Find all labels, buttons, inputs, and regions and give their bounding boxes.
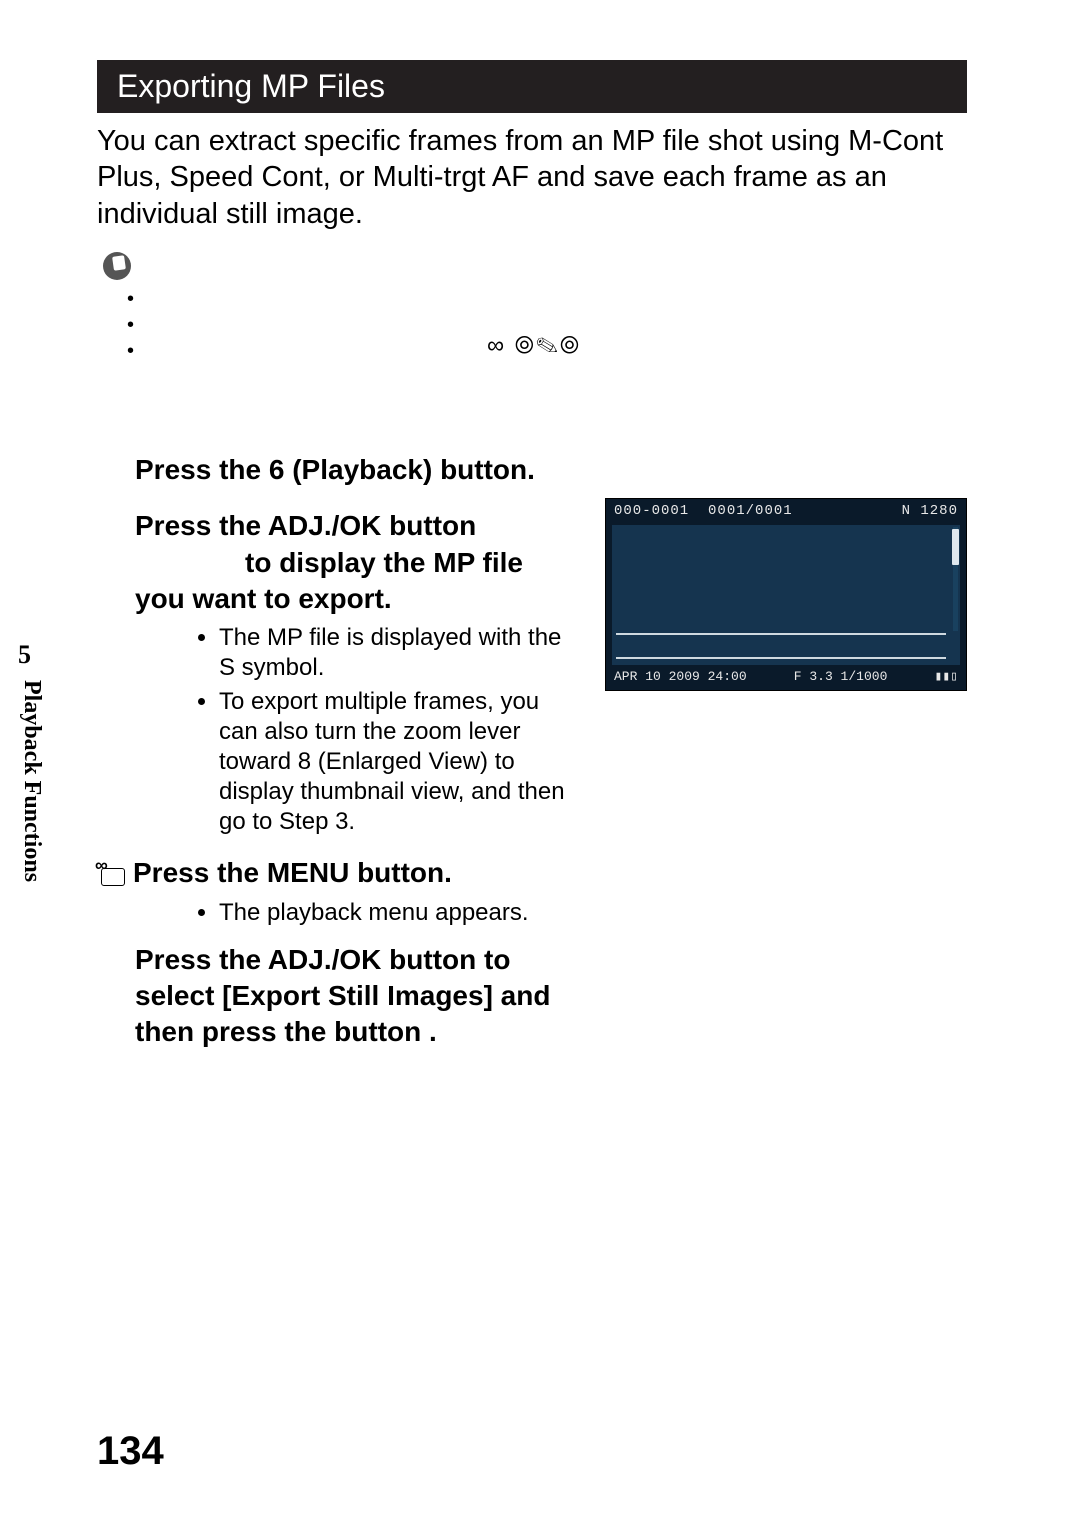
step-4-title: Press the ADJ./OK button to select [Expo…	[135, 942, 967, 1051]
section-heading: Exporting MP Files	[97, 60, 967, 113]
text: Press the	[135, 454, 269, 485]
lcd-frame: 0001/0001	[708, 503, 793, 519]
step-1-title: Press the 6 (Playback) button.	[135, 452, 967, 488]
lcd-folder: 000-0001	[614, 503, 689, 519]
camera-lcd-preview: 000-0001 0001/0001 N 1280 APR 10 2009 24…	[605, 498, 967, 691]
mp-file-icon	[97, 862, 127, 886]
lcd-timeline-strip	[616, 633, 946, 659]
chapter-number: 5	[18, 640, 31, 670]
list-item: The playback menu appears.	[219, 898, 581, 928]
lcd-exposure: F 3.3 1/1000	[794, 669, 888, 684]
lcd-folder-frame: 000-0001 0001/0001	[614, 503, 793, 519]
text: to display the MP file	[135, 547, 523, 578]
battery-icon: ▮▮▯	[935, 669, 958, 684]
lcd-top-row: 000-0001 0001/0001 N 1280	[606, 499, 966, 523]
text: then press the button .	[135, 1016, 437, 1047]
steps-block: Press the 6 (Playback) button. Press the…	[97, 452, 967, 1051]
text: you want to export.	[135, 583, 392, 614]
step-2-title: Press the ADJ./OK button to display the …	[135, 508, 581, 617]
text: (Playback) button.	[284, 454, 534, 485]
note-icon	[103, 252, 131, 280]
chapter-title: Playback Functions	[18, 680, 45, 882]
lcd-bottom-row: APR 10 2009 24:00 F 3.3 1/1000 ▮▮▯	[606, 665, 966, 690]
step-3-bullets: The playback menu appears.	[161, 898, 581, 928]
text: select [Export Still Images] and	[135, 980, 550, 1011]
text: Press the ADJ./OK button to	[135, 944, 510, 975]
note-block: ∞ ⦾✎⦾	[97, 252, 967, 392]
text: Press the MENU button.	[133, 857, 452, 888]
lcd-scroll-thumb	[952, 529, 959, 565]
step-2-row: Press the ADJ./OK button to display the …	[97, 494, 967, 841]
page-content: Exporting MP Files You can extract speci…	[97, 60, 967, 1057]
note-bullet	[127, 286, 967, 312]
intro-paragraph: You can extract specific frames from an …	[97, 123, 967, 232]
step-3-title: Press the MENU button.	[97, 855, 967, 891]
lcd-mode: N 1280	[902, 503, 958, 519]
lcd-image-area	[612, 525, 960, 665]
lcd-date: APR 10 2009 24:00	[614, 669, 747, 684]
symbol-glyph-row: ∞ ⦾✎⦾	[487, 332, 581, 360]
text: Press the ADJ./OK button	[135, 510, 476, 541]
list-item: The MP file is displayed with the S symb…	[219, 623, 581, 683]
list-item: To export multiple frames, you can also …	[219, 687, 581, 837]
step-2-bullets: The MP file is displayed with the S symb…	[161, 623, 581, 837]
page-number: 134	[97, 1429, 164, 1474]
playback-glyph: 6	[269, 454, 285, 485]
